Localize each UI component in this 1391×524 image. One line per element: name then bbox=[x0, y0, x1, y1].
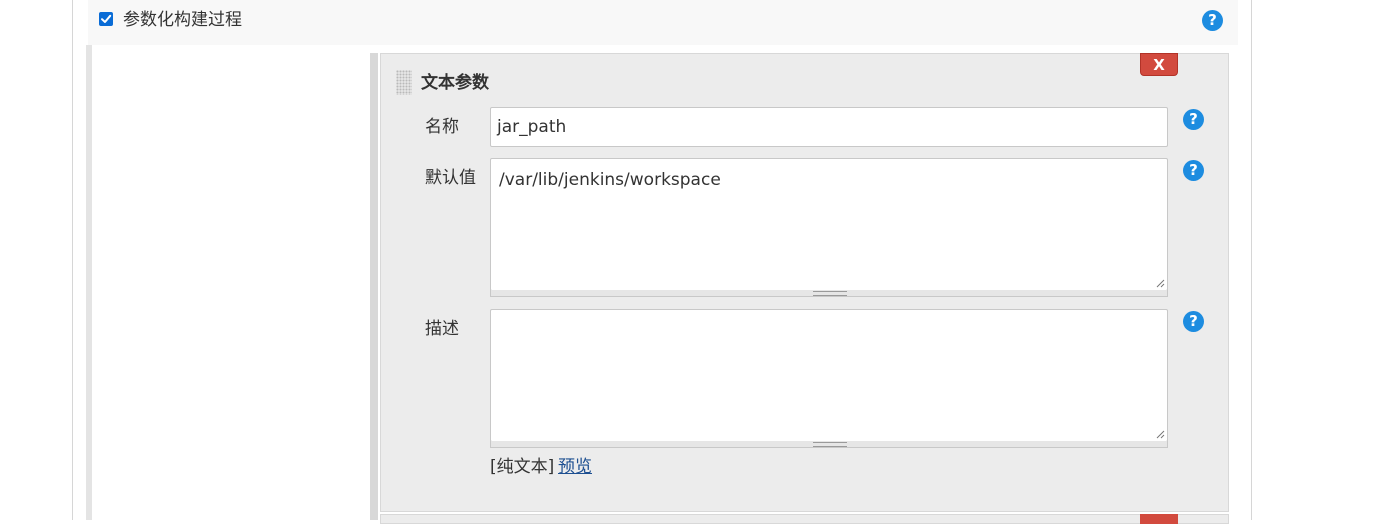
section-header bbox=[88, 0, 1238, 45]
description-textarea[interactable] bbox=[490, 309, 1168, 442]
repeatable-indent-bar bbox=[370, 53, 378, 520]
name-input[interactable]: jar_path bbox=[490, 107, 1168, 147]
resize-corner-icon[interactable] bbox=[1155, 278, 1165, 288]
section-indent-bar bbox=[86, 45, 92, 520]
check-icon bbox=[101, 14, 112, 23]
help-icon[interactable]: ? bbox=[1183, 160, 1204, 181]
help-icon[interactable]: ? bbox=[1183, 109, 1204, 130]
default-value-resize-grip[interactable] bbox=[490, 290, 1168, 297]
preview-link[interactable]: 预览 bbox=[558, 456, 592, 478]
drag-handle-icon[interactable] bbox=[396, 70, 412, 95]
resize-corner-icon[interactable] bbox=[1155, 429, 1165, 439]
description-label: 描述 bbox=[425, 319, 459, 339]
next-delete-parameter-button[interactable] bbox=[1140, 514, 1178, 524]
parameterized-build-checkbox[interactable] bbox=[99, 12, 113, 26]
default-value-label: 默认值 bbox=[425, 168, 476, 188]
help-icon[interactable]: ? bbox=[1183, 311, 1204, 332]
description-resize-grip[interactable] bbox=[490, 441, 1168, 448]
help-icon[interactable]: ? bbox=[1202, 10, 1223, 31]
next-parameter-card bbox=[380, 514, 1229, 524]
format-mode-text: [纯文本] bbox=[490, 457, 555, 477]
parameterized-build-label[interactable]: 参数化构建过程 bbox=[123, 9, 242, 31]
card-title: 文本参数 bbox=[421, 73, 489, 93]
delete-parameter-button[interactable]: X bbox=[1140, 53, 1178, 76]
default-value-textarea[interactable]: /var/lib/jenkins/workspace bbox=[490, 158, 1168, 291]
name-label: 名称 bbox=[425, 117, 459, 137]
